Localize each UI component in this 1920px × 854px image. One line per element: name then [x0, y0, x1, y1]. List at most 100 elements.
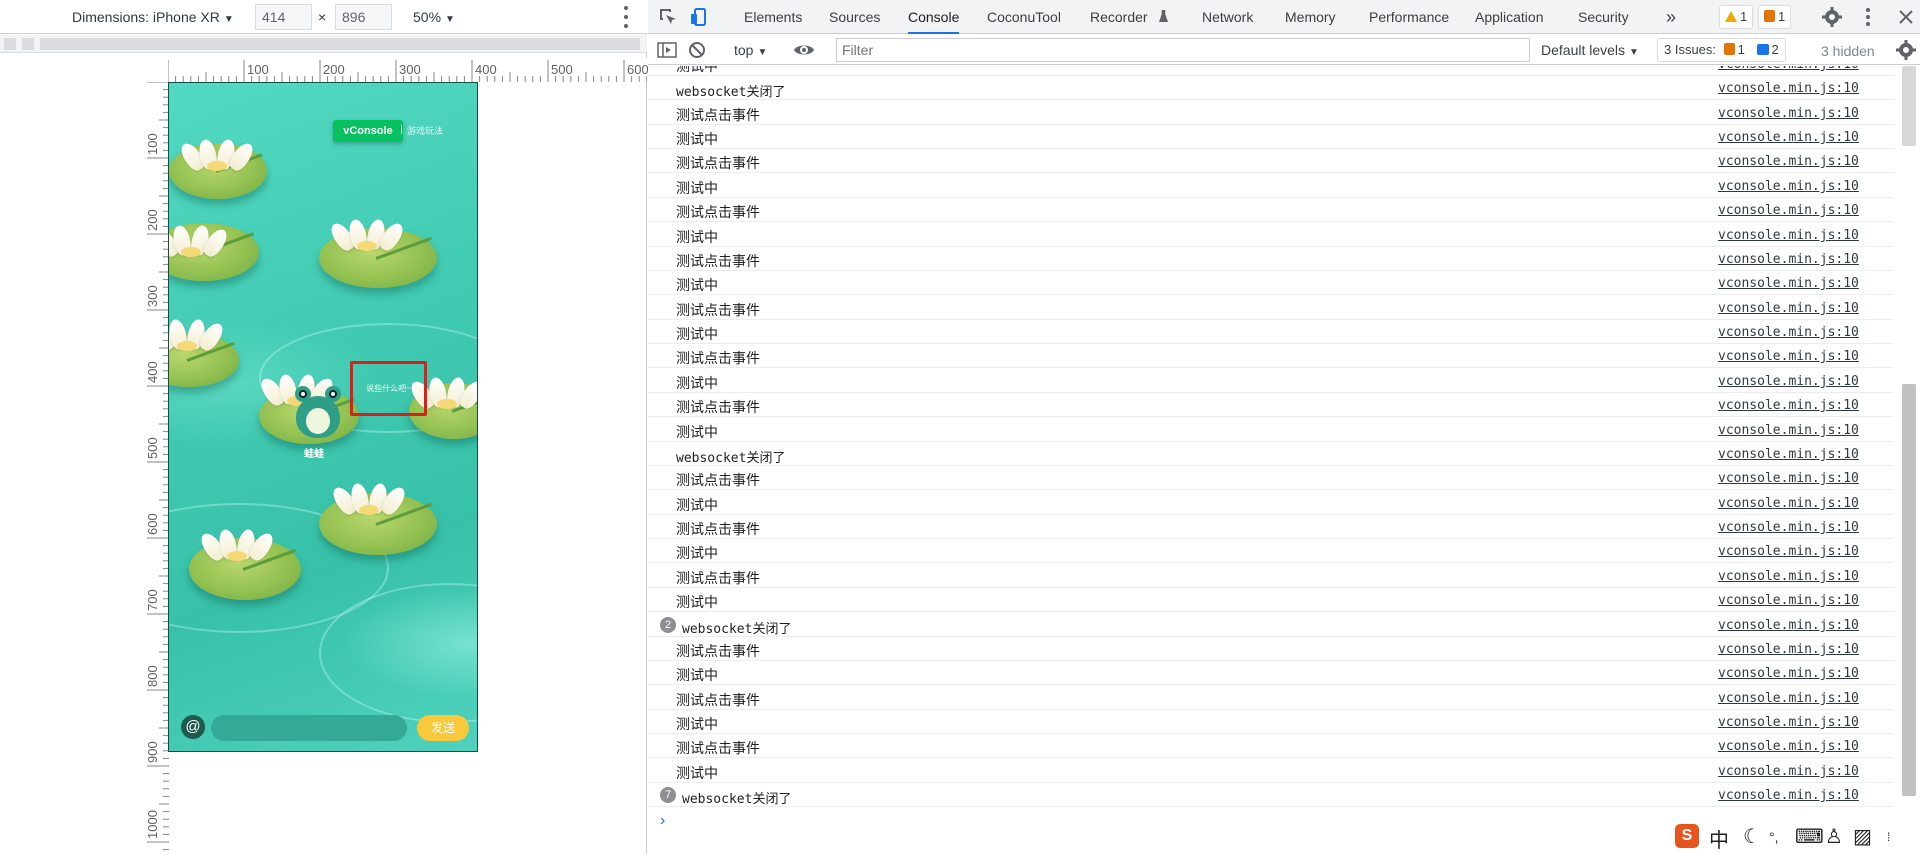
source-link[interactable]: vconsole.min.js:10 — [1718, 496, 1859, 511]
console-message-row[interactable]: websocket关闭了 vconsole.min.js:10 — [648, 76, 1893, 100]
tab-network[interactable]: Network — [1202, 0, 1253, 34]
source-link[interactable]: vconsole.min.js:10 — [1718, 301, 1859, 316]
mention-button[interactable]: @ — [181, 715, 205, 739]
console-settings-gear-icon[interactable] — [1895, 39, 1917, 61]
width-input[interactable]: 414 — [255, 4, 312, 30]
punctuation-icon[interactable]: °, — [1769, 829, 1779, 845]
console-message-row[interactable]: 测试中 vconsole.min.js:10 — [648, 418, 1893, 442]
source-link[interactable]: vconsole.min.js:10 — [1718, 666, 1859, 681]
send-button[interactable]: 发送 — [417, 715, 469, 741]
console-message-row[interactable]: 测试中 vconsole.min.js:10 — [648, 125, 1893, 149]
chat-input[interactable] — [211, 715, 407, 741]
log-levels-select[interactable]: Default levels ▼ — [1541, 42, 1639, 58]
console-message-row[interactable]: 测试点击事件 vconsole.min.js:10 — [648, 344, 1893, 368]
source-link[interactable]: vconsole.min.js:10 — [1718, 739, 1859, 754]
source-link[interactable]: vconsole.min.js:10 — [1718, 154, 1859, 169]
frog-avatar[interactable] — [289, 386, 347, 442]
tab-recorder[interactable]: Recorder — [1090, 0, 1148, 34]
source-link[interactable]: vconsole.min.js:10 — [1718, 130, 1859, 145]
console-message-row[interactable]: 2 websocket关闭了 vconsole.min.js:10 — [648, 613, 1893, 637]
console-message-row[interactable]: 测试点击事件 vconsole.min.js:10 — [648, 296, 1893, 320]
console-scrollbar[interactable] — [1898, 66, 1920, 854]
customize-menu-icon[interactable] — [1865, 8, 1871, 26]
issues-counter-button[interactable]: 3 Issues: 1 2 — [1657, 38, 1786, 62]
source-link[interactable]: vconsole.min.js:10 — [1718, 788, 1859, 803]
console-prompt[interactable]: › — [660, 812, 665, 830]
console-message-row[interactable]: 测试点击事件 vconsole.min.js:10 — [648, 637, 1893, 661]
settings-gear-icon[interactable] — [1821, 6, 1843, 28]
source-link[interactable]: vconsole.min.js:10 — [1718, 374, 1859, 389]
console-message-row[interactable]: 测试点击事件 vconsole.min.js:10 — [648, 515, 1893, 539]
source-link[interactable]: vconsole.min.js:10 — [1718, 203, 1859, 218]
tab-security[interactable]: Security — [1578, 0, 1629, 34]
console-message-row[interactable]: 测试点击事件 vconsole.min.js:10 — [648, 149, 1893, 173]
source-link[interactable]: vconsole.min.js:10 — [1718, 66, 1859, 72]
source-link[interactable]: vconsole.min.js:10 — [1718, 423, 1859, 438]
console-message-row[interactable]: 测试中 vconsole.min.js:10 — [648, 588, 1893, 612]
source-link[interactable]: vconsole.min.js:10 — [1718, 276, 1859, 291]
ime-logo[interactable]: S — [1675, 824, 1699, 848]
context-selector[interactable]: top ▼ — [734, 42, 767, 58]
height-input[interactable]: 896 — [335, 4, 392, 30]
source-link[interactable]: vconsole.min.js:10 — [1718, 593, 1859, 608]
media-query-bar[interactable] — [0, 35, 647, 53]
warnings-badge[interactable]: 1 — [1719, 5, 1754, 29]
filter-input[interactable] — [836, 38, 1530, 62]
skin-icon[interactable]: ▨ — [1853, 824, 1872, 849]
console-message-row[interactable]: 测试点击事件 vconsole.min.js:10 — [648, 247, 1893, 271]
scrollbar-thumb[interactable] — [1902, 384, 1916, 796]
tab-elements[interactable]: Elements — [744, 0, 802, 34]
console-message-row[interactable]: 测试中 vconsole.min.js:10 — [648, 66, 1893, 76]
console-message-row[interactable]: 测试中 vconsole.min.js:10 — [648, 491, 1893, 515]
source-link[interactable]: vconsole.min.js:10 — [1718, 764, 1859, 779]
inspect-element-icon[interactable] — [657, 6, 679, 28]
sidebar-toggle-icon[interactable] — [656, 39, 678, 61]
console-message-row[interactable]: 测试点击事件 vconsole.min.js:10 — [648, 734, 1893, 758]
console-message-row[interactable]: 测试中 vconsole.min.js:10 — [648, 174, 1893, 198]
source-link[interactable]: vconsole.min.js:10 — [1718, 715, 1859, 730]
source-link[interactable]: vconsole.min.js:10 — [1718, 544, 1859, 559]
console-message-row[interactable]: 测试中 vconsole.min.js:10 — [648, 539, 1893, 563]
console-messages[interactable]: 测试中 vconsole.min.js:10 websocket关闭了 vconsol… — [648, 66, 1893, 816]
source-link[interactable]: vconsole.min.js:10 — [1718, 642, 1859, 657]
console-message-row[interactable]: 测试中 vconsole.min.js:10 — [648, 223, 1893, 247]
device-toolbar-toggle-icon[interactable] — [688, 6, 710, 28]
tab-console[interactable]: Console — [908, 0, 960, 34]
tab-performance[interactable]: Performance — [1369, 0, 1449, 34]
source-link[interactable]: vconsole.min.js:10 — [1718, 325, 1859, 340]
console-message-row[interactable]: 测试点击事件 vconsole.min.js:10 — [648, 101, 1893, 125]
user-icon[interactable]: ♙ — [1825, 824, 1843, 849]
console-message-row[interactable]: 测试中 vconsole.min.js:10 — [648, 759, 1893, 783]
console-message-row[interactable]: 测试中 vconsole.min.js:10 — [648, 369, 1893, 393]
ime-mode[interactable]: 中 — [1709, 824, 1729, 853]
keyboard-icon[interactable]: ⌨ — [1795, 824, 1824, 849]
clear-console-icon[interactable] — [686, 39, 708, 61]
tab-coconutool[interactable]: CoconuTool — [987, 0, 1061, 34]
source-link[interactable]: vconsole.min.js:10 — [1718, 447, 1859, 462]
console-message-row[interactable]: 测试中 vconsole.min.js:10 — [648, 320, 1893, 344]
device-select[interactable]: Dimensions: iPhone XR ▼ — [72, 9, 234, 25]
game-viewport[interactable]: vConsole 游戏玩法 说些什么吧~ 蛙蛙 @ 发送 — [168, 82, 478, 752]
source-link[interactable]: vconsole.min.js:10 — [1718, 252, 1859, 267]
close-icon[interactable] — [1895, 6, 1917, 28]
issues-badge[interactable]: 1 — [1758, 5, 1792, 29]
console-message-row[interactable]: 测试中 vconsole.min.js:10 — [648, 710, 1893, 734]
source-link[interactable]: vconsole.min.js:10 — [1718, 471, 1859, 486]
more-tabs-icon[interactable]: » — [1666, 0, 1676, 34]
zoom-select[interactable]: 50% ▼ — [413, 9, 455, 25]
source-link[interactable]: vconsole.min.js:10 — [1718, 398, 1859, 413]
console-message-row[interactable]: 测试点击事件 vconsole.min.js:10 — [648, 198, 1893, 222]
vconsole-button[interactable]: vConsole — [333, 120, 403, 142]
moon-icon[interactable]: ☾ — [1743, 824, 1761, 849]
tab-sources[interactable]: Sources — [829, 0, 880, 34]
tab-application[interactable]: Application — [1475, 0, 1544, 34]
source-link[interactable]: vconsole.min.js:10 — [1718, 520, 1859, 535]
tab-memory[interactable]: Memory — [1285, 0, 1336, 34]
console-message-row[interactable]: 测试点击事件 vconsole.min.js:10 — [648, 393, 1893, 417]
console-message-row[interactable]: 测试中 vconsole.min.js:10 — [648, 661, 1893, 685]
source-link[interactable]: vconsole.min.js:10 — [1718, 179, 1859, 194]
console-message-row[interactable]: 测试中 vconsole.min.js:10 — [648, 271, 1893, 295]
source-link[interactable]: vconsole.min.js:10 — [1718, 106, 1859, 121]
more-options-icon[interactable] — [623, 6, 629, 28]
console-message-row[interactable]: 测试点击事件 vconsole.min.js:10 — [648, 686, 1893, 710]
